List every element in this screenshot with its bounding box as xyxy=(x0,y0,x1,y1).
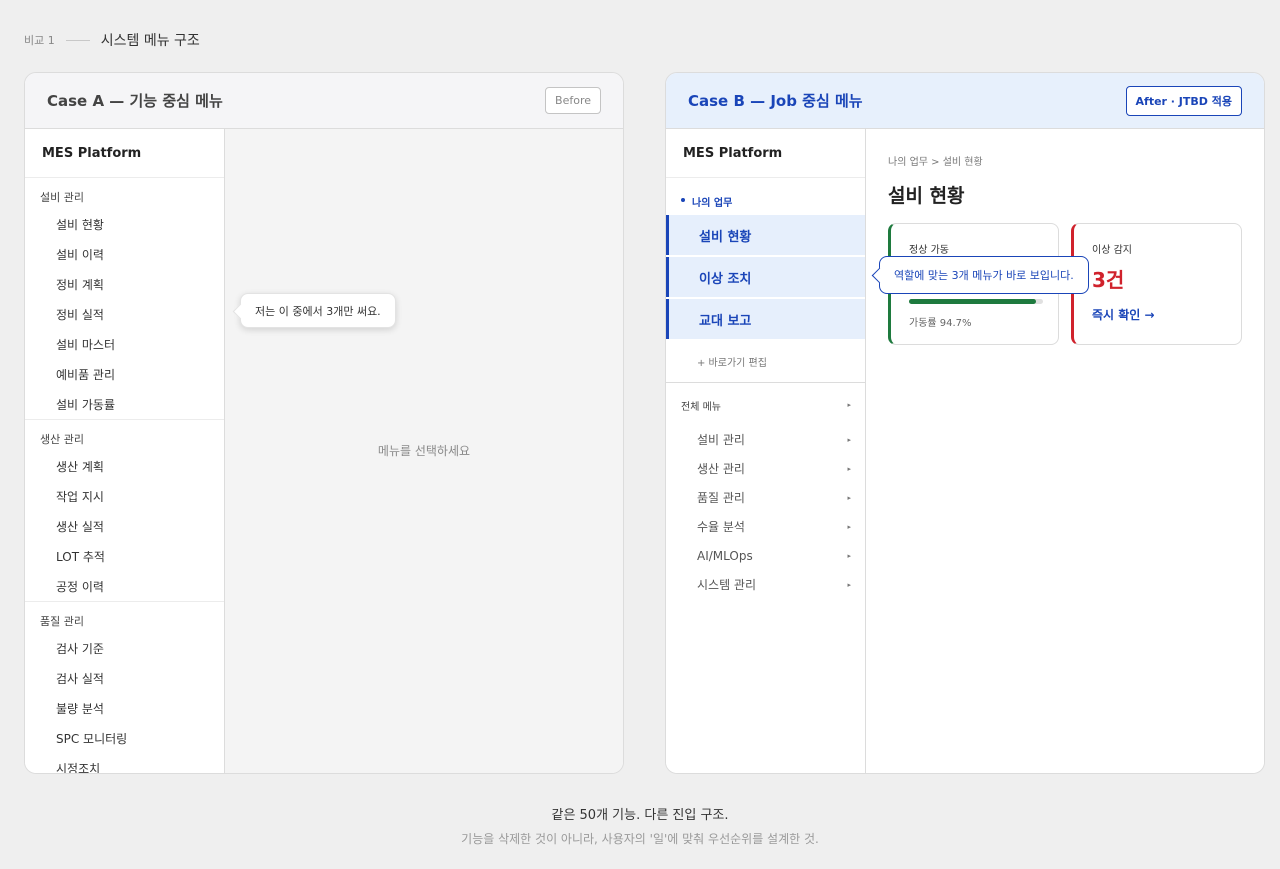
menu-item[interactable]: LOT 추적 xyxy=(25,541,224,571)
menu-group-title: 품질 관리 xyxy=(40,615,84,628)
case-a-content: 메뉴를 선택하세요 xyxy=(225,129,623,773)
operation-rate-bar xyxy=(909,299,1043,304)
all-menu-item-label: 품질 관리 xyxy=(697,491,745,505)
menu-group-title: 생산 관리 xyxy=(40,433,84,446)
job-item-shift-report[interactable]: 교대 보고 xyxy=(666,299,865,339)
anomaly-count: 3건 xyxy=(1092,268,1125,292)
my-jobs-label: 나의 업무 xyxy=(692,198,733,209)
caret-right-icon: ▸ xyxy=(847,522,851,531)
menu-item[interactable]: 작업 지시 xyxy=(25,481,224,511)
after-badge: After · JTBD 적용 xyxy=(1125,85,1242,116)
all-menu-item-label: 시스템 관리 xyxy=(697,578,757,592)
case-a-sidebar: MES Platform 설비 관리 설비 현황 설비 이력 정비 계획 정비 … xyxy=(25,129,225,773)
all-menu-item-label: 수율 분석 xyxy=(697,520,745,534)
empty-state-text: 메뉴를 선택하세요 xyxy=(377,444,471,458)
menu-group-quality: 품질 관리 검사 기준 검사 실적 불량 분석 SPC 모니터링 시정조치 xyxy=(25,602,224,773)
check-now-link[interactable]: 즉시 확인 → xyxy=(1092,306,1155,323)
comparison-title: 시스템 메뉴 구조 xyxy=(100,33,200,49)
my-jobs-heading: 나의 업무 xyxy=(666,178,865,215)
menu-item[interactable]: SPC 모니터링 xyxy=(25,723,224,753)
menu-item[interactable]: 설비 현황 xyxy=(25,209,224,239)
caret-right-icon: ▸ xyxy=(847,551,851,560)
menu-group-production: 생산 관리 생산 계획 작업 지시 생산 실적 LOT 추적 공정 이력 xyxy=(25,420,224,602)
menu-item[interactable]: 정비 계획 xyxy=(25,269,224,299)
case-b-header: Case B — Job 중심 메뉴 After · JTBD 적용 xyxy=(666,73,1264,129)
case-b-content: 나의 업무 > 설비 현황 설비 현황 정상 가동 가동률 94.7% 이상 감… xyxy=(866,129,1264,773)
comparison-index: 비교 1 xyxy=(24,34,55,47)
all-menu-item[interactable]: 시스템 관리 ▸ xyxy=(666,570,865,599)
menu-item[interactable]: 설비 마스터 xyxy=(25,329,224,359)
footer-headline: 같은 50개 기능. 다른 진입 구조. xyxy=(551,808,729,823)
before-badge: Before xyxy=(545,87,601,114)
menu-item[interactable]: 예비품 관리 xyxy=(25,359,224,389)
menu-item[interactable]: 정비 실적 xyxy=(25,299,224,329)
all-menu-item-label: AI/MLOps xyxy=(697,548,753,563)
comparison-label: 비교 1 시스템 메뉴 구조 xyxy=(24,30,200,50)
all-menu-item[interactable]: 품질 관리 ▸ xyxy=(666,483,865,512)
all-menu-label: 전체 메뉴 xyxy=(681,401,721,413)
all-menu-item[interactable]: AI/MLOps ▸ xyxy=(666,541,865,570)
all-menu-item-label: 설비 관리 xyxy=(697,433,745,447)
menu-item[interactable]: 검사 실적 xyxy=(25,663,224,693)
job-item-anomaly-action[interactable]: 이상 조치 xyxy=(666,257,865,297)
footer-subline: 기능을 삭제한 것이 아니라, 사용자의 '일'에 맞춰 우선순위를 설계한 것… xyxy=(461,832,819,846)
all-menu-item[interactable]: 설비 관리 ▸ xyxy=(666,425,865,454)
all-menu-item-label: 생산 관리 xyxy=(697,462,745,476)
brand-name: MES Platform xyxy=(666,129,865,178)
menu-group-title: 설비 관리 xyxy=(40,191,84,204)
case-b-sidebar: MES Platform 나의 업무 설비 현황 이상 조치 교대 보고 + 바… xyxy=(666,129,866,773)
menu-item[interactable]: 불량 분석 xyxy=(25,693,224,723)
case-b-title: Case B — Job 중심 메뉴 xyxy=(688,92,863,110)
menu-group-equipment: 설비 관리 설비 현황 설비 이력 정비 계획 정비 실적 설비 마스터 예비품… xyxy=(25,178,224,420)
all-menu-item[interactable]: 수율 분석 ▸ xyxy=(666,512,865,541)
caret-right-icon: ▸ xyxy=(847,464,851,473)
operation-rate-text: 가동률 94.7% xyxy=(909,318,972,329)
footer-caption: 같은 50개 기능. 다른 진입 구조. 기능을 삭제한 것이 아니라, 사용자… xyxy=(0,804,1280,847)
caret-right-icon: ▸ xyxy=(847,493,851,502)
page-title: 설비 현황 xyxy=(888,185,965,207)
case-a-title: Case A — 기능 중심 메뉴 xyxy=(47,92,223,110)
menu-item[interactable]: 생산 계획 xyxy=(25,451,224,481)
caret-right-icon: ▸ xyxy=(847,580,851,589)
menu-item[interactable]: 시정조치 xyxy=(25,753,224,774)
case-a-header: Case A — 기능 중심 메뉴 Before xyxy=(25,73,623,129)
operation-rate-bar-fill xyxy=(909,299,1036,304)
job-item-equipment-status[interactable]: 설비 현황 xyxy=(666,215,865,255)
case-a-panel: Case A — 기능 중심 메뉴 Before MES Platform 설비… xyxy=(24,72,624,774)
bullet-dot-icon xyxy=(681,198,685,202)
caret-right-icon: ▸ xyxy=(847,435,851,444)
menu-item[interactable]: 공정 이력 xyxy=(25,571,224,601)
user-comment-tooltip: 저는 이 중에서 3개만 써요. xyxy=(240,293,396,328)
card-label: 정상 가동 xyxy=(909,245,949,256)
brand-name: MES Platform xyxy=(25,129,224,178)
card-label: 이상 감지 xyxy=(1092,245,1132,256)
anomaly-card: 이상 감지 3건 즉시 확인 → xyxy=(1071,223,1242,345)
all-menu-item[interactable]: 생산 관리 ▸ xyxy=(666,454,865,483)
all-menu-heading[interactable]: 전체 메뉴 ▸ xyxy=(666,385,865,425)
case-b-panel: Case B — Job 중심 메뉴 After · JTBD 적용 MES P… xyxy=(665,72,1265,774)
role-menu-tooltip: 역할에 맞는 3개 메뉴가 바로 보입니다. xyxy=(879,256,1089,294)
menu-item[interactable]: 생산 실적 xyxy=(25,511,224,541)
caret-right-icon: ▸ xyxy=(847,401,851,409)
breadcrumb: 나의 업무 > 설비 현황 xyxy=(888,157,983,168)
menu-item[interactable]: 검사 기준 xyxy=(25,633,224,663)
menu-item[interactable]: 설비 가동률 xyxy=(25,389,224,419)
edit-shortcuts-link[interactable]: + 바로가기 편집 xyxy=(666,341,865,383)
divider-line xyxy=(65,39,90,41)
menu-item[interactable]: 설비 이력 xyxy=(25,239,224,269)
